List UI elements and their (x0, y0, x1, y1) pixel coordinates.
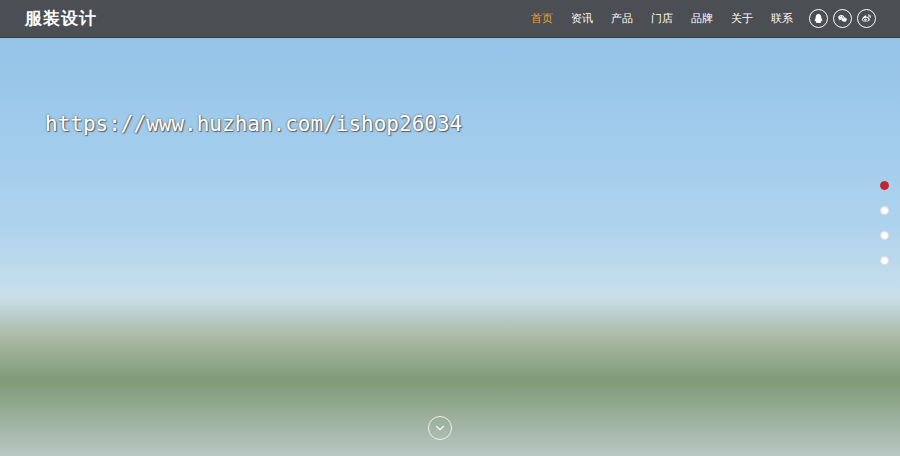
scroll-down-icon[interactable] (428, 416, 452, 440)
watermark: https://www.huzhan.com/ishop26034 (45, 112, 462, 136)
wechat-icon[interactable] (833, 9, 852, 28)
nav-item[interactable]: 门店 (651, 9, 673, 28)
header: 服装设计 首页资讯产品门店品牌关于联系 (0, 0, 900, 38)
nav-item[interactable]: 首页 (531, 9, 553, 28)
nav-item[interactable]: 资讯 (571, 9, 593, 28)
weibo-icon[interactable] (857, 9, 876, 28)
hero-banner: https://www.huzhan.com/ishop26034 (0, 38, 900, 456)
page: 服装设计 首页资讯产品门店品牌关于联系 https://www.huzhan.com… (0, 0, 900, 456)
slide-dots (880, 181, 889, 265)
slide-dot[interactable] (880, 231, 889, 240)
nav-item[interactable]: 关于 (731, 9, 753, 28)
main-nav: 首页资讯产品门店品牌关于联系 (531, 9, 793, 28)
nav-item[interactable]: 产品 (611, 9, 633, 28)
nav-item[interactable]: 联系 (771, 9, 793, 28)
social-links (809, 9, 876, 28)
nav-item[interactable]: 品牌 (691, 9, 713, 28)
qq-icon[interactable] (809, 9, 828, 28)
slide-dot[interactable] (880, 256, 889, 265)
slide-dot[interactable] (880, 181, 889, 190)
logo[interactable]: 服装设计 (25, 7, 97, 30)
slide-dot[interactable] (880, 206, 889, 215)
